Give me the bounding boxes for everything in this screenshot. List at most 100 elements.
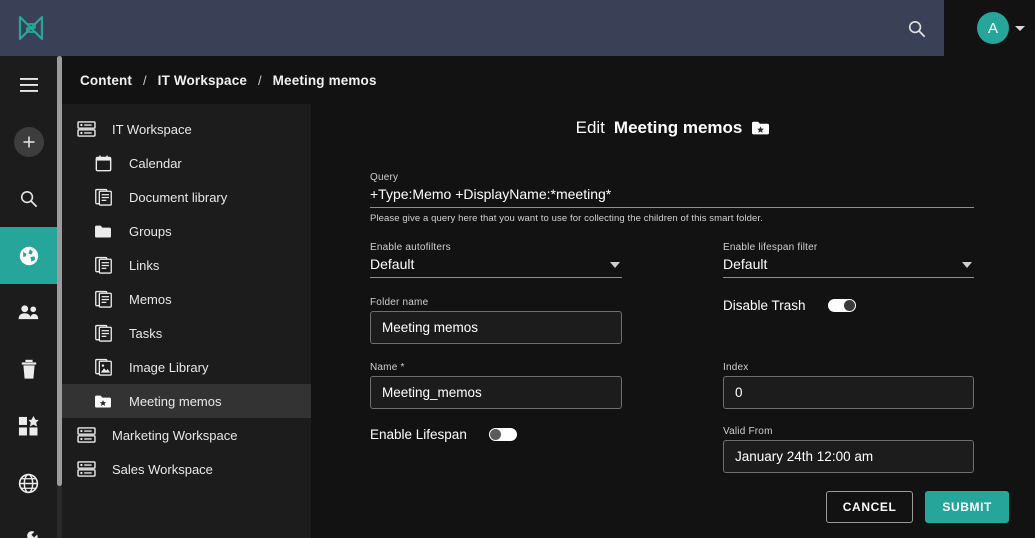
smart-folder-icon bbox=[92, 390, 114, 412]
avatar-initial: A bbox=[987, 19, 998, 37]
search-icon bbox=[908, 20, 925, 37]
tree-item-image-library[interactable]: Image Library bbox=[62, 350, 311, 384]
icon-rail bbox=[0, 56, 57, 538]
tree-item-it-workspace[interactable]: IT Workspace bbox=[62, 112, 311, 146]
web-icon bbox=[18, 473, 39, 494]
sidebar-item-trash[interactable] bbox=[0, 341, 57, 398]
tree-item-meeting-memos[interactable]: Meeting memos bbox=[62, 384, 311, 418]
index-input[interactable] bbox=[723, 376, 974, 409]
sidebar-item-people[interactable] bbox=[0, 284, 57, 341]
page-title-prefix: Edit bbox=[575, 118, 605, 137]
sidebar-item-web[interactable] bbox=[0, 455, 57, 512]
tree-item-label: Tasks bbox=[129, 325, 163, 341]
smart-folder-icon bbox=[751, 120, 770, 136]
workspace-icon bbox=[75, 458, 97, 480]
enable-lifespan-label: Enable Lifespan bbox=[370, 427, 467, 442]
lifespan-filter-select-wrap[interactable] bbox=[723, 256, 974, 278]
workspace-icon bbox=[75, 118, 97, 140]
name-field-group: Name * bbox=[370, 362, 622, 409]
lifespan-filter-select[interactable] bbox=[723, 256, 974, 278]
autofilters-select[interactable] bbox=[370, 256, 622, 278]
enable-lifespan-toggle[interactable] bbox=[488, 428, 517, 441]
apps-icon bbox=[18, 416, 39, 436]
disable-trash-toggle[interactable] bbox=[827, 299, 856, 312]
tree-item-label: Links bbox=[129, 257, 160, 273]
sidebar-item-create[interactable] bbox=[0, 113, 57, 170]
folder-name-field-group: Folder name bbox=[370, 297, 622, 344]
app-root: A Content / IT Workspace / Meeting memos… bbox=[0, 0, 1035, 538]
sidebar-item-tools[interactable] bbox=[0, 512, 57, 538]
lifespan-filter-field-group: Enable lifespan filter bbox=[723, 242, 974, 278]
page-title-name: Meeting memos bbox=[613, 118, 743, 137]
enable-lifespan-group: Enable Lifespan bbox=[370, 427, 622, 442]
tree-item-label: Marketing Workspace bbox=[112, 427, 238, 443]
tree-item-memos[interactable]: Memos bbox=[62, 282, 311, 316]
documents-icon bbox=[92, 186, 114, 208]
avatar[interactable]: A bbox=[977, 12, 1009, 44]
menu-icon bbox=[19, 77, 38, 92]
form-actions: CANCEL SUBMIT bbox=[825, 491, 1009, 523]
sidebar-item-menu[interactable] bbox=[0, 56, 57, 113]
toggle-knob bbox=[843, 300, 855, 311]
toggle-knob bbox=[489, 429, 501, 440]
content-tree-panel: IT Workspace Calendar Document library G… bbox=[62, 104, 311, 538]
globe-content-icon bbox=[19, 246, 38, 265]
chevron-down-icon bbox=[1015, 25, 1025, 31]
cancel-button[interactable]: CANCEL bbox=[825, 491, 914, 523]
calendar-icon bbox=[92, 152, 114, 174]
autofilters-select-wrap[interactable] bbox=[370, 256, 622, 278]
user-menu[interactable]: A bbox=[977, 0, 1025, 56]
people-icon bbox=[18, 305, 39, 320]
disable-trash-group: Disable Trash bbox=[723, 298, 974, 313]
search-icon bbox=[20, 190, 37, 207]
valid-from-field-group: Valid From bbox=[723, 426, 974, 473]
index-field-group: Index bbox=[723, 362, 974, 409]
query-label: Query bbox=[370, 172, 399, 183]
tree-item-label: Meeting memos bbox=[129, 393, 222, 409]
breadcrumb-separator: / bbox=[143, 72, 147, 88]
folder-name-label: Folder name bbox=[370, 297, 429, 308]
valid-from-input[interactable] bbox=[723, 440, 974, 473]
hippo-logo-icon[interactable] bbox=[0, 0, 62, 56]
tree-item-links[interactable]: Links bbox=[62, 248, 311, 282]
trash-icon bbox=[21, 359, 36, 379]
folder-icon bbox=[92, 220, 114, 242]
index-label: Index bbox=[723, 362, 749, 373]
folder-name-input[interactable] bbox=[370, 311, 622, 344]
sidebar-item-content[interactable] bbox=[0, 227, 57, 284]
tree-item-document-library[interactable]: Document library bbox=[62, 180, 311, 214]
tree-item-label: Memos bbox=[129, 291, 172, 307]
query-field-group: Query Please give a query here that you … bbox=[370, 172, 974, 224]
image-icon bbox=[92, 356, 114, 378]
tree-item-groups[interactable]: Groups bbox=[62, 214, 311, 248]
documents-icon bbox=[92, 288, 114, 310]
tree-item-calendar[interactable]: Calendar bbox=[62, 146, 311, 180]
query-input[interactable] bbox=[370, 186, 974, 208]
autofilters-label: Enable autofilters bbox=[370, 242, 451, 253]
documents-icon bbox=[92, 254, 114, 276]
documents-icon bbox=[92, 322, 114, 344]
autofilters-field-group: Enable autofilters bbox=[370, 242, 622, 278]
tree-item-label: Sales Workspace bbox=[112, 461, 213, 477]
page-title: Edit Meeting memos bbox=[311, 104, 1035, 138]
breadcrumb-item-it-workspace[interactable]: IT Workspace bbox=[158, 73, 247, 88]
tree-item-tasks[interactable]: Tasks bbox=[62, 316, 311, 350]
submit-button[interactable]: SUBMIT bbox=[925, 491, 1009, 523]
name-label: Name * bbox=[370, 362, 405, 373]
breadcrumb-item-meeting-memos[interactable]: Meeting memos bbox=[273, 73, 377, 88]
tree-item-label: Groups bbox=[129, 223, 172, 239]
sidebar-item-search[interactable] bbox=[0, 170, 57, 227]
header-search-button[interactable] bbox=[888, 0, 944, 56]
tree-item-label: Calendar bbox=[129, 155, 182, 171]
tree-item-label: Document library bbox=[129, 189, 228, 205]
tree-item-sales-workspace[interactable]: Sales Workspace bbox=[62, 452, 311, 486]
name-input[interactable] bbox=[370, 376, 622, 409]
top-header-bar bbox=[0, 0, 944, 56]
add-icon bbox=[13, 126, 44, 157]
tree-item-marketing-workspace[interactable]: Marketing Workspace bbox=[62, 418, 311, 452]
sidebar-item-apps[interactable] bbox=[0, 398, 57, 455]
query-hint: Please give a query here that you want t… bbox=[370, 213, 763, 224]
breadcrumb-item-content[interactable]: Content bbox=[80, 73, 132, 88]
tree-item-label: Image Library bbox=[129, 359, 209, 375]
lifespan-filter-label: Enable lifespan filter bbox=[723, 242, 818, 253]
